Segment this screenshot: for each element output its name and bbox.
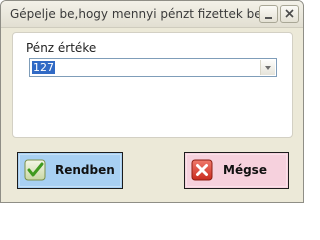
chevron-down-icon[interactable] <box>260 60 275 75</box>
amount-value[interactable]: 127 <box>32 61 55 74</box>
title-bar[interactable]: Gépelje be,hogy mennyi pénzt fizettek be <box>1 1 303 28</box>
minimize-icon <box>265 17 272 19</box>
cancel-button[interactable]: Mégse <box>184 152 289 189</box>
ok-button-label: Rendben <box>55 163 115 177</box>
minimize-button[interactable] <box>259 5 278 23</box>
cancel-button-label: Mégse <box>223 163 267 177</box>
dialog-window: Gépelje be,hogy mennyi pénzt fizettek be… <box>0 0 304 203</box>
close-button[interactable] <box>280 5 299 23</box>
checkmark-icon <box>24 159 46 181</box>
close-icon <box>285 9 294 18</box>
amount-combobox[interactable]: 127 <box>29 58 277 77</box>
amount-label: Pénz értéke <box>26 41 97 55</box>
ok-button[interactable]: Rendben <box>17 152 123 189</box>
x-icon <box>191 159 213 181</box>
window-title: Gépelje be,hogy mennyi pénzt fizettek be <box>10 7 262 21</box>
